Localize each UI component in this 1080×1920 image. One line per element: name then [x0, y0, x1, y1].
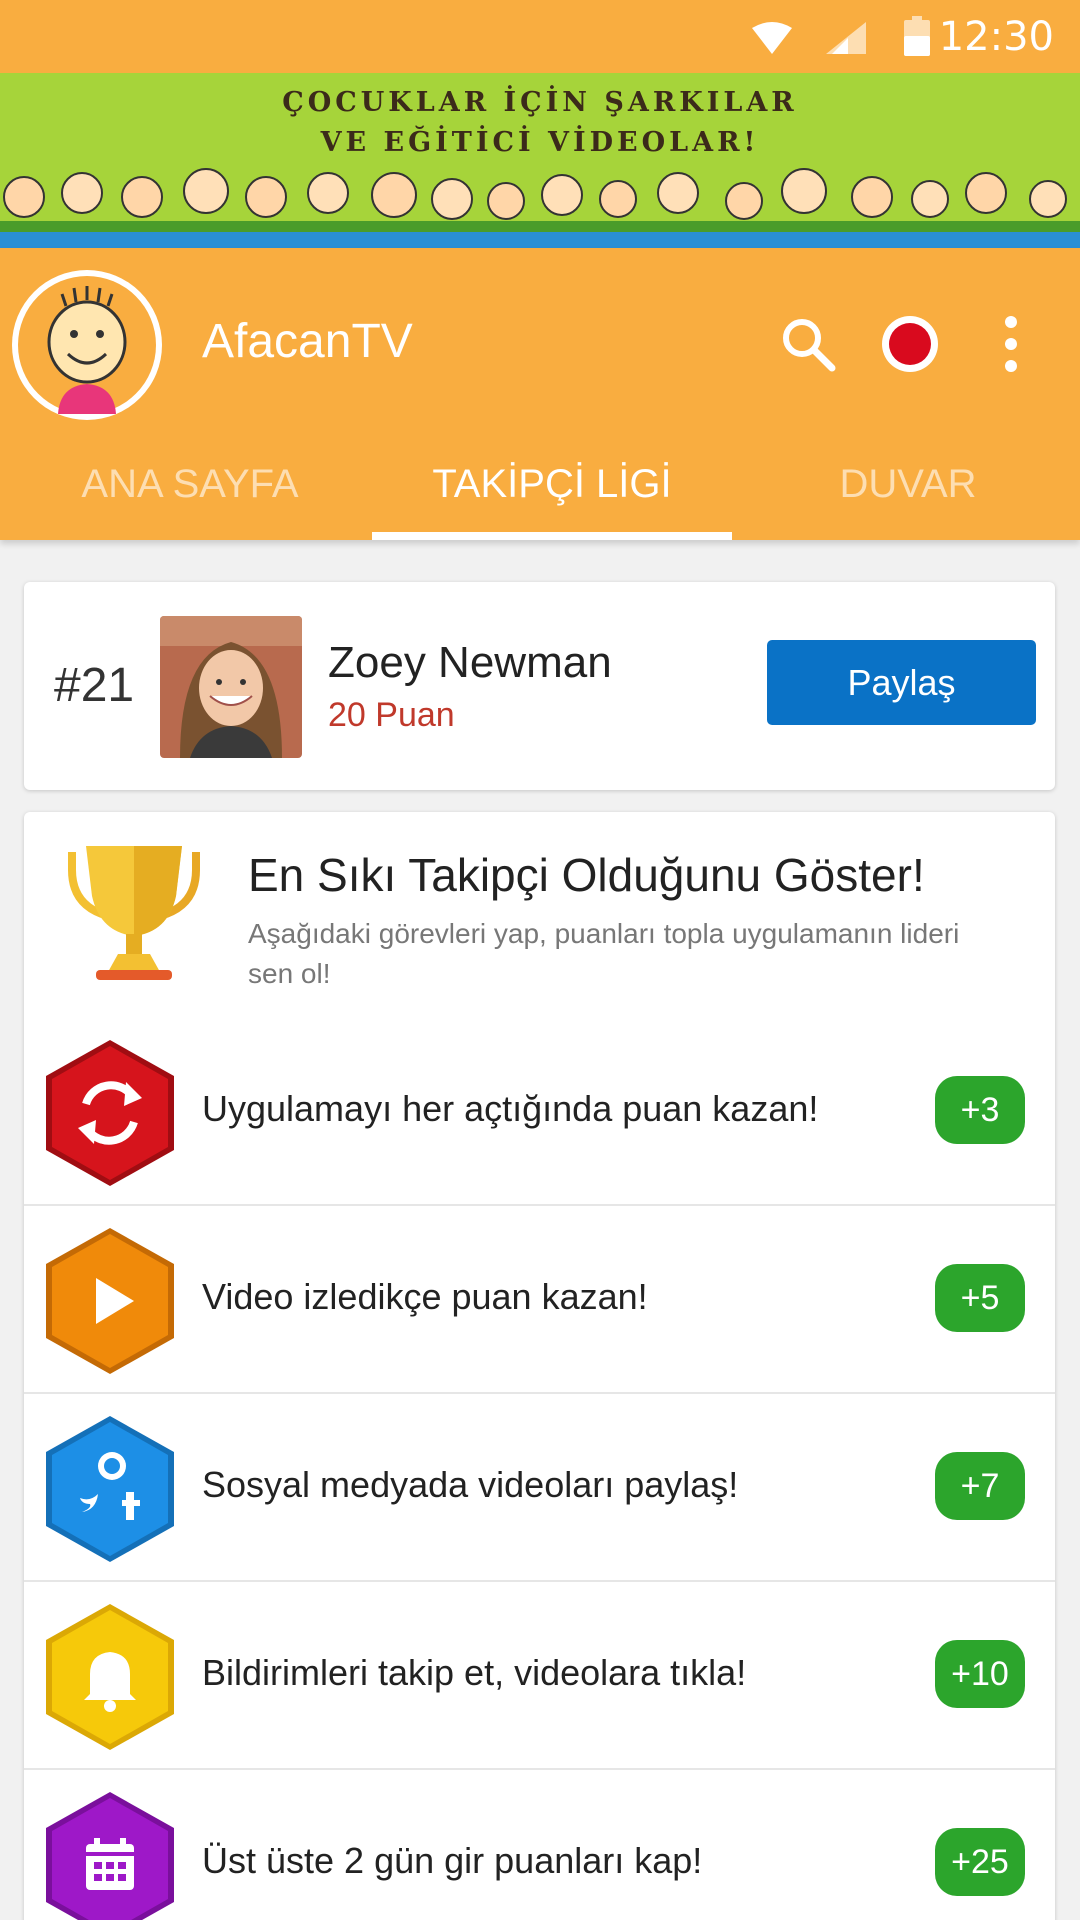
- profile-card: #21 Zoey Newman 20 Puan Paylaş: [24, 582, 1055, 790]
- signal-icon: [826, 22, 866, 54]
- task-label: Bildirimleri takip et, videolara tıkla!: [202, 1652, 747, 1693]
- trophy-icon: [68, 846, 200, 980]
- share-button[interactable]: Paylaş: [767, 640, 1036, 725]
- task-row[interactable]: Bildirimleri takip et, videolara tıkla! …: [24, 1584, 1055, 1770]
- tasks-description: Aşağıdaki görevleri yap, puanları topla …: [248, 918, 960, 989]
- task-row[interactable]: Sosyal medyada videoları paylaş! +7: [24, 1396, 1055, 1582]
- points-badge: +25: [935, 1828, 1025, 1896]
- wifi-icon: [752, 22, 792, 54]
- social-share-icon: [46, 1416, 174, 1562]
- user-name: Zoey Newman: [328, 638, 612, 687]
- task-label: Uygulamayı her açtığında puan kazan!: [202, 1088, 819, 1129]
- status-time: 12:30: [938, 14, 1054, 60]
- task-label: Üst üste 2 gün gir puanları kap!: [202, 1840, 703, 1881]
- kids-illustration: [0, 168, 1080, 237]
- record-icon[interactable]: [882, 316, 938, 372]
- banner-water: [0, 232, 1080, 248]
- tab-duvar[interactable]: DUVAR: [760, 428, 1056, 540]
- refresh-icon: [46, 1040, 174, 1186]
- calendar-icon: [46, 1792, 174, 1920]
- bell-icon: [46, 1604, 174, 1750]
- task-label: Video izledikçe puan kazan!: [202, 1276, 648, 1317]
- banner-line-1: ÇOCUKLAR İÇİN ŞARKILAR: [282, 87, 798, 118]
- status-bar: 12:30: [0, 0, 1080, 73]
- task-label: Sosyal medyada videoları paylaş!: [202, 1464, 739, 1505]
- tab-ana-sayfa[interactable]: ANA SAYFA: [40, 428, 340, 540]
- app-title: AfacanTV: [202, 315, 413, 368]
- search-icon[interactable]: [778, 314, 838, 374]
- user-rank: #21: [54, 659, 135, 712]
- tab-takipci-ligi[interactable]: TAKİPÇİ LİGİ: [372, 428, 732, 540]
- battery-icon: [904, 16, 930, 56]
- task-row[interactable]: Uygulamayı her açtığında puan kazan! +3: [24, 1020, 1055, 1206]
- points-badge: +5: [935, 1264, 1025, 1332]
- banner-line-2: VE EĞİTİCİ VİDEOLAR!: [320, 127, 760, 158]
- tasks-title: En Sıkı Takipçi Olduğunu Göster!: [248, 849, 925, 901]
- tab-indicator: [372, 532, 732, 540]
- points-badge: +7: [935, 1452, 1025, 1520]
- task-row[interactable]: Üst üste 2 gün gir puanları kap! +25: [24, 1772, 1055, 1920]
- play-icon: [46, 1228, 174, 1374]
- app-logo: [12, 270, 162, 420]
- tasks-card: En Sıkı Takipçi Olduğunu Göster! Aşağıda…: [24, 812, 1055, 1920]
- smiley-kid-icon: [18, 276, 156, 414]
- avatar: [160, 616, 302, 758]
- points-badge: +3: [935, 1076, 1025, 1144]
- user-points: 20 Puan: [328, 696, 455, 734]
- more-vert-icon[interactable]: [996, 316, 1026, 372]
- task-row[interactable]: Video izledikçe puan kazan! +5: [24, 1208, 1055, 1394]
- tab-bar: ANA SAYFA TAKİPÇİ LİGİ DUVAR: [0, 428, 1080, 540]
- app-header: AfacanTV ANA SAYFA TAKİPÇİ LİGİ DUVAR: [0, 248, 1080, 540]
- points-badge: +10: [935, 1640, 1025, 1708]
- banner: ÇOCUKLAR İÇİN ŞARKILAR VE EĞİTİCİ VİDEOL…: [0, 73, 1080, 248]
